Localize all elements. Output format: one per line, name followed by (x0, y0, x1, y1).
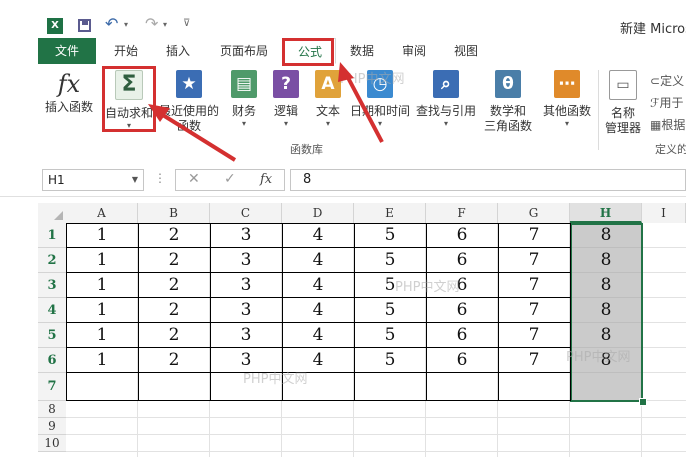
annotation-arrows (148, 62, 384, 162)
arrow-line-formulas (343, 71, 384, 143)
arrow-head-formulas (338, 62, 354, 82)
arrow-line-autosum (156, 110, 237, 162)
